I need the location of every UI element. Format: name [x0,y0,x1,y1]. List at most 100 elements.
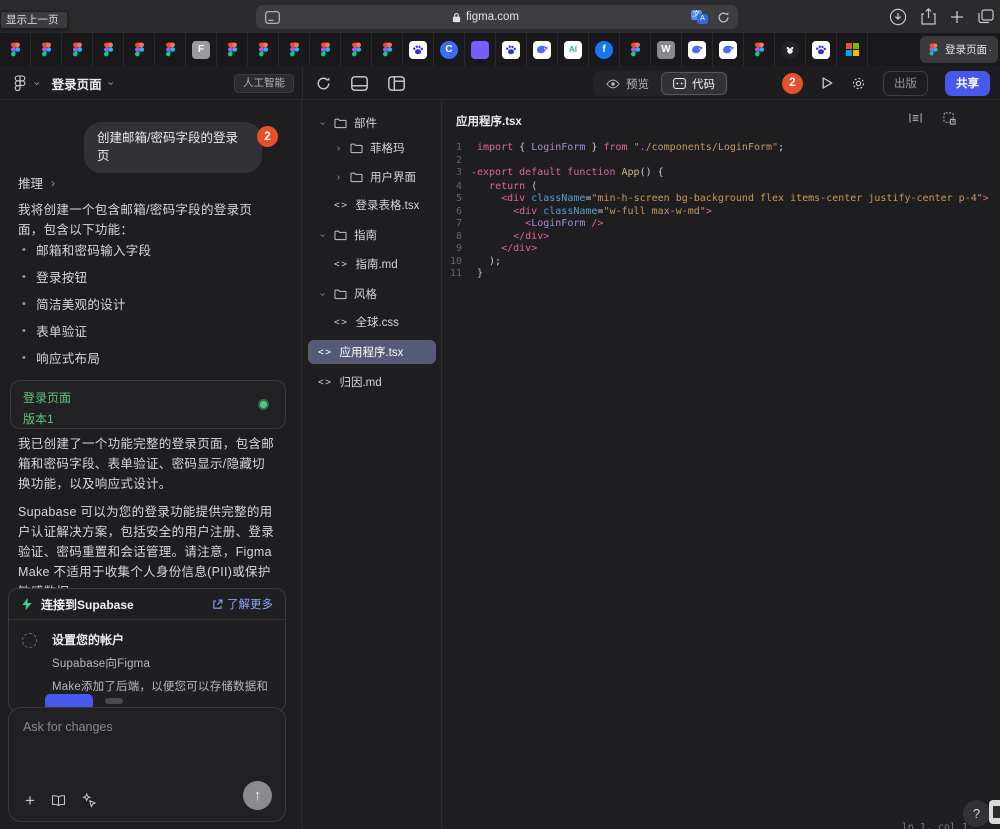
browser-tab-c-circle[interactable]: C [434,33,465,66]
attach-icon[interactable]: + [25,792,35,809]
tree-file-10[interactable]: <>归因.md [308,370,436,394]
supabase-card-title: 连接到Supabase [41,596,204,613]
feature-item: 表单验证 [22,317,151,344]
browser-tab-figma[interactable] [93,33,124,66]
browser-tab-paw[interactable] [496,33,527,66]
notification-badge[interactable]: 2 [782,73,803,94]
guidelines-book-icon[interactable] [51,795,66,807]
browser-tab-figma[interactable] [0,33,31,66]
folder-icon [334,117,347,129]
browser-tab-figma[interactable] [341,33,372,66]
tree-folder-1[interactable]: ›部件 [308,111,436,135]
word-wrap-icon[interactable] [909,112,922,125]
step-text-line: Supabase向Figma [52,655,273,671]
browser-tab-figma[interactable] [217,33,248,66]
gear-icon[interactable] [851,76,866,91]
step-title: 设置您的帐户 [52,631,273,648]
browser-tab-figma[interactable] [155,33,186,66]
translate-icon[interactable]: 文A [691,10,708,24]
share-button[interactable]: 共享 [945,71,990,96]
browser-tab-whale[interactable] [527,33,558,66]
learn-more-label: 了解更多 [227,596,273,612]
code-file-icon: <> [334,259,348,270]
browser-tab-whale[interactable] [713,33,744,66]
version-card-version: 版本1 [23,410,273,427]
chevron-down-icon[interactable]: › [104,81,115,85]
reasoning-toggle[interactable]: 推理 › [18,173,55,192]
layout-panels-icon[interactable] [388,76,405,91]
browser-tab-paw[interactable] [403,33,434,66]
code-editor-panel[interactable]: 应用程序.tsx 1import { LoginForm } from "./c… [443,100,1000,829]
browser-tab-active[interactable]: 登录页面 –... [920,36,998,63]
publish-button[interactable]: 出版 [883,71,928,96]
code-line: 8 </div> [443,231,1000,244]
chevron-icon: › [334,172,343,183]
reload-icon[interactable] [717,11,730,24]
tree-item-label: 指南.md [355,256,397,272]
learn-more-link[interactable]: 了解更多 [212,596,273,612]
browser-tab-figma[interactable] [62,33,93,66]
browser-tab-letter-f-gray[interactable]: F [186,33,217,66]
chevron-icon: › [317,231,328,240]
editor-filename: 应用程序.tsx [456,113,522,129]
play-icon[interactable] [820,76,834,90]
tab-preview[interactable]: 预览 [594,72,661,95]
send-button[interactable]: ↑ [243,781,272,810]
browser-tab-figma[interactable] [31,33,62,66]
share-icon[interactable] [921,8,936,25]
assistant-summary-text: 我已创建了一个功能完整的登录页面，包含邮箱和密码字段、表单验证、密码显示/隐藏切… [18,434,276,494]
browser-tab-figma[interactable] [372,33,403,66]
cursor-position-status: ln 1, col 1 [902,822,968,829]
copy-code-icon[interactable] [943,112,956,125]
address-bar[interactable]: figma.com 文A [256,5,738,29]
sparkle-cursor-icon[interactable] [82,793,97,808]
tree-file-9[interactable]: <>应用程序.tsx [308,340,436,364]
folder-icon [350,142,363,154]
browser-tab-f-circle[interactable]: f [589,33,620,66]
lock-icon [452,12,461,23]
code-line: 1import { LoginForm } from "./components… [443,142,1000,155]
browser-tab-figma[interactable] [744,33,775,66]
browser-tab-figma[interactable] [620,33,651,66]
chat-input-field[interactable] [23,720,269,780]
tree-folder-7[interactable]: ›风格 [308,282,436,306]
browser-tab-panda[interactable] [775,33,806,66]
figma-menu-icon[interactable] [12,75,28,91]
code-line: 3›export default function App() { [443,167,1000,181]
browser-tab-figma[interactable] [248,33,279,66]
tree-file-8[interactable]: <>全球.css [308,310,436,334]
browser-tab-whale[interactable] [682,33,713,66]
tab-overview-icon[interactable] [978,9,994,24]
browser-tab-w-gray[interactable]: W [651,33,682,66]
feature-list: 邮箱和密码输入字段登录按钮简洁美观的设计表单验证响应式布局 [22,236,151,371]
code-area[interactable]: 1import { LoginForm } from "./components… [443,142,1000,281]
chevron-icon: › [334,143,343,154]
tree-folder-3[interactable]: ›用户界面 [308,165,436,189]
tree-file-4[interactable]: <>登录表格.tsx [308,193,436,217]
bottom-panel-icon[interactable] [351,76,368,91]
browser-tab-figma[interactable] [310,33,341,66]
browser-tab-paw[interactable] [806,33,837,66]
page-menu-icon[interactable] [265,11,280,24]
chevron-down-icon[interactable]: › [30,81,41,85]
edge-tooltip-partial [989,800,1000,824]
tree-file-6[interactable]: <> 指南.md [308,252,436,276]
tree-folder-2[interactable]: ›菲格玛 [308,136,436,160]
bolt-icon [21,597,33,611]
browser-tab-ai-teal[interactable]: AI [558,33,589,66]
browser-tab-purple-app[interactable] [465,33,496,66]
downloads-icon[interactable] [889,8,907,26]
tree-folder-5[interactable]: ›指南 [308,223,436,247]
tab-code[interactable]: 代码 [661,72,727,95]
supabase-card: 连接到Supabase 了解更多 设置您的帐户 Supabase向Figma M… [8,588,286,712]
dismiss-button-partial[interactable] [105,698,123,704]
browser-tab-ms-grid[interactable] [837,33,868,66]
tree-item-label: 归因.md [339,374,381,390]
back-button-tooltip: 显示上一页 [0,11,68,29]
version-card[interactable]: 登录页面 版本1 [10,380,286,429]
browser-tab-figma[interactable] [124,33,155,66]
refresh-icon[interactable] [316,76,331,91]
browser-tab-figma[interactable] [279,33,310,66]
new-tab-icon[interactable] [950,10,964,24]
chat-input-box[interactable]: + ↑ [8,707,286,822]
